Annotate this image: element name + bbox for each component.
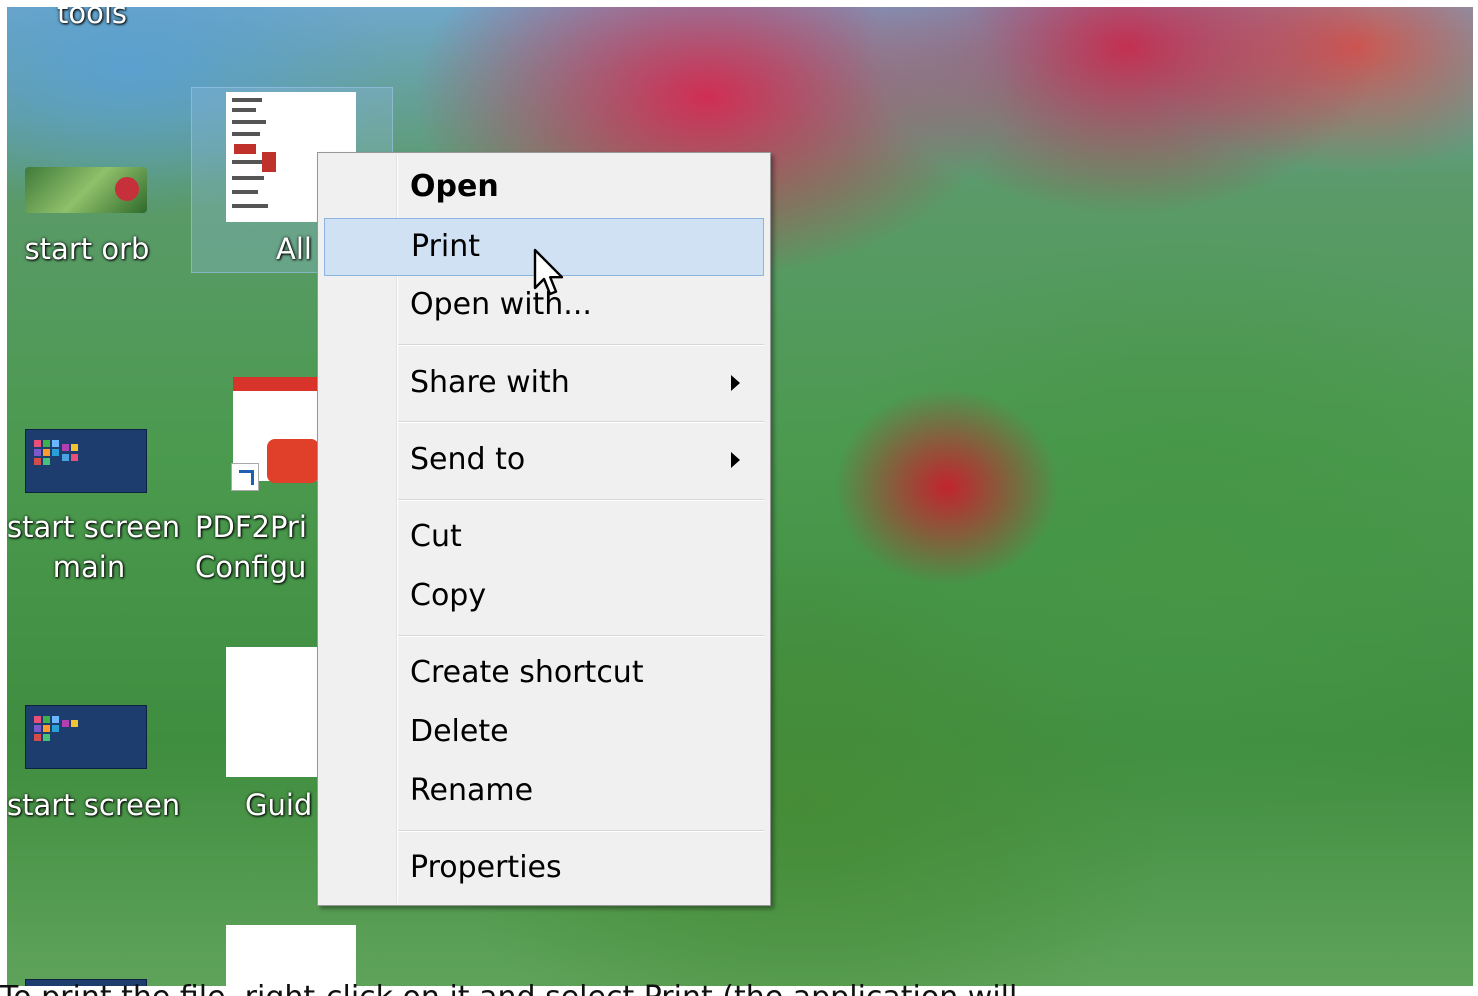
thumb-tile bbox=[43, 440, 50, 447]
thumb-line bbox=[232, 190, 258, 194]
thumb-tile bbox=[43, 449, 50, 456]
menu-item-open[interactable]: Open bbox=[320, 159, 768, 215]
menu-item-label: Send to bbox=[410, 442, 526, 477]
desktop-icon-label-pdf2printer[interactable]: PDF2Pri Configu bbox=[195, 507, 323, 587]
label-line-1: start screen bbox=[7, 510, 181, 544]
desktop-icon-label-start-screen-main[interactable]: start screen main bbox=[7, 507, 181, 587]
thumb-line bbox=[232, 204, 268, 208]
desktop-icon-label-start-screen[interactable]: start screen bbox=[7, 785, 180, 825]
mouse-pointer-icon bbox=[533, 248, 564, 296]
thumb-tile bbox=[62, 444, 69, 451]
menu-item-copy[interactable]: Copy bbox=[320, 568, 768, 624]
submenu-arrow-icon bbox=[731, 452, 740, 468]
thumb-tile bbox=[34, 440, 41, 447]
thumb-tile bbox=[34, 449, 41, 456]
start-screen-thumbnail-icon[interactable] bbox=[25, 429, 147, 493]
menu-item-label: Copy bbox=[410, 578, 487, 613]
label-line-2: Configu bbox=[195, 550, 307, 584]
menu-separator bbox=[398, 499, 764, 500]
menu-item-delete[interactable]: Delete bbox=[320, 704, 768, 760]
thumb-tile bbox=[34, 458, 41, 465]
thumb-line bbox=[232, 108, 256, 112]
menu-item-label: Share with bbox=[410, 365, 570, 400]
thumb-tile bbox=[52, 716, 59, 723]
thumb-red-block bbox=[234, 144, 256, 154]
menu-item-share-with[interactable]: Share with bbox=[320, 355, 768, 411]
thumb-tile bbox=[71, 454, 78, 461]
menu-separator bbox=[398, 421, 764, 422]
start-screen-thumbnail-icon[interactable] bbox=[25, 705, 147, 769]
menu-item-properties[interactable]: Properties bbox=[320, 840, 768, 896]
desktop-icon-label-guide[interactable]: Guid bbox=[245, 785, 325, 825]
menu-item-create-shortcut[interactable]: Create shortcut bbox=[320, 645, 768, 701]
menu-item-rename[interactable]: Rename bbox=[320, 763, 768, 819]
start-orb-icon[interactable] bbox=[25, 167, 147, 213]
thumb-line bbox=[232, 132, 260, 136]
red-berry-icon bbox=[115, 177, 139, 201]
thumb-tile bbox=[34, 734, 41, 741]
menu-separator bbox=[398, 830, 764, 831]
thumb-tile bbox=[43, 734, 50, 741]
pdf-badge-icon bbox=[267, 439, 319, 483]
thumb-tile bbox=[62, 720, 69, 727]
label-line-1: PDF2Pri bbox=[195, 510, 307, 544]
menu-item-label: Rename bbox=[410, 773, 534, 808]
caption-text: To print the file, right-click on it and… bbox=[0, 978, 1478, 996]
shortcut-arrow-icon bbox=[231, 463, 259, 491]
menu-separator bbox=[398, 635, 764, 636]
thumb-tile bbox=[43, 716, 50, 723]
thumb-line bbox=[232, 176, 264, 180]
label-line-2: main bbox=[52, 550, 126, 584]
menu-separator bbox=[398, 344, 764, 345]
menu-item-cut[interactable]: Cut bbox=[320, 509, 768, 565]
desktop-icon-label-tools[interactable]: tools bbox=[37, 7, 147, 33]
menu-item-send-to[interactable]: Send to bbox=[320, 432, 768, 488]
menu-item-label: Properties bbox=[410, 850, 562, 885]
thumb-tile bbox=[34, 725, 41, 732]
thumb-tile bbox=[52, 440, 59, 447]
thumb-line bbox=[232, 120, 266, 124]
thumb-tile bbox=[62, 454, 69, 461]
thumb-red-block bbox=[262, 152, 276, 172]
thumb-tile bbox=[43, 725, 50, 732]
thumb-tile bbox=[34, 716, 41, 723]
thumb-tile bbox=[52, 725, 59, 732]
thumb-line bbox=[232, 98, 262, 102]
thumb-tile bbox=[52, 449, 59, 456]
document-icon[interactable] bbox=[226, 925, 356, 986]
desktop-icon-label-all[interactable]: All bbox=[269, 229, 319, 269]
menu-item-label: Print bbox=[411, 229, 481, 264]
thumb-tile bbox=[71, 720, 78, 727]
desktop-icon-label-start-orb[interactable]: start orb bbox=[17, 229, 157, 269]
menu-item-label: Create shortcut bbox=[410, 655, 644, 690]
menu-item-label: Open bbox=[410, 169, 499, 204]
thumb-tile bbox=[43, 458, 50, 465]
submenu-arrow-icon bbox=[731, 375, 740, 391]
thumb-tile bbox=[71, 444, 78, 451]
pdf2printer-app-icon[interactable] bbox=[231, 377, 321, 495]
menu-item-label: Delete bbox=[410, 714, 509, 749]
menu-item-label: Cut bbox=[410, 519, 462, 554]
